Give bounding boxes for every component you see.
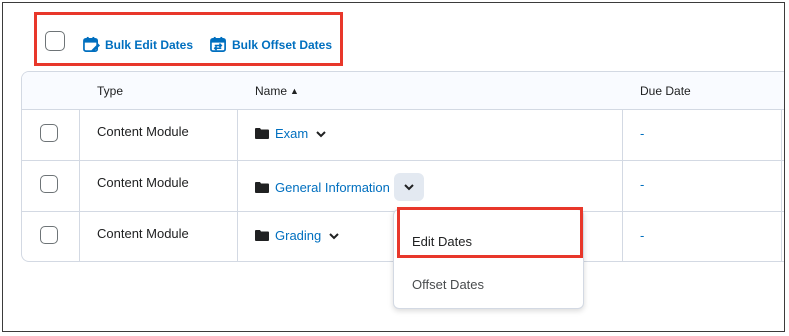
calendar-edit-icon xyxy=(83,36,100,53)
folder-icon xyxy=(255,181,269,193)
row-name-label: Exam xyxy=(275,126,309,141)
bulk-edit-dates-label: Bulk Edit Dates xyxy=(105,37,194,52)
select-all-checkbox[interactable] xyxy=(45,31,65,51)
row-name-label: General Information xyxy=(275,179,390,195)
row-type: Content Module xyxy=(97,175,189,190)
column-header-name[interactable]: Name ▲ xyxy=(255,84,299,98)
row-due-date[interactable]: - xyxy=(640,177,644,192)
screen-frame: Bulk Edit Dates Bulk Offset Dates Type N… xyxy=(2,2,785,332)
bulk-edit-dates-button[interactable]: Bulk Edit Dates xyxy=(83,36,193,53)
bulk-offset-dates-label: Bulk Offset Dates xyxy=(232,37,333,52)
chevron-down-icon[interactable] xyxy=(393,173,424,201)
row-name-link[interactable]: Exam xyxy=(255,126,328,141)
calendar-offset-icon xyxy=(210,36,226,52)
folder-icon xyxy=(255,230,269,241)
row-checkbox[interactable] xyxy=(40,175,58,193)
context-menu: Edit Dates Offset Dates xyxy=(393,209,584,309)
column-header-type: Type xyxy=(97,84,124,98)
row-due-date[interactable]: - xyxy=(640,228,644,243)
row-name-link[interactable]: General Information xyxy=(255,173,424,201)
row-type: Content Module xyxy=(97,226,189,241)
column-header-name-label: Name xyxy=(255,84,288,98)
row-checkbox[interactable] xyxy=(40,226,58,244)
chevron-down-icon[interactable] xyxy=(314,127,328,141)
table-row: Content Module Exam - xyxy=(22,110,784,161)
row-name-label: Grading xyxy=(275,228,322,243)
menu-item-offset-dates[interactable]: Offset Dates xyxy=(412,277,484,292)
row-due-date[interactable]: - xyxy=(640,126,644,141)
menu-item-edit-dates[interactable]: Edit Dates xyxy=(412,234,472,249)
folder-icon xyxy=(255,128,269,139)
column-header-due-date: Due Date xyxy=(640,84,691,98)
chevron-down-icon[interactable] xyxy=(327,229,341,243)
row-name-link[interactable]: Grading xyxy=(255,228,341,243)
table-row: Content Module General Information - xyxy=(22,161,784,212)
sort-ascending-icon: ▲ xyxy=(290,86,299,96)
bulk-offset-dates-button[interactable]: Bulk Offset Dates xyxy=(210,36,332,53)
table-header-row: Type Name ▲ Due Date xyxy=(22,72,784,110)
row-type: Content Module xyxy=(97,124,189,139)
row-checkbox[interactable] xyxy=(40,124,58,142)
